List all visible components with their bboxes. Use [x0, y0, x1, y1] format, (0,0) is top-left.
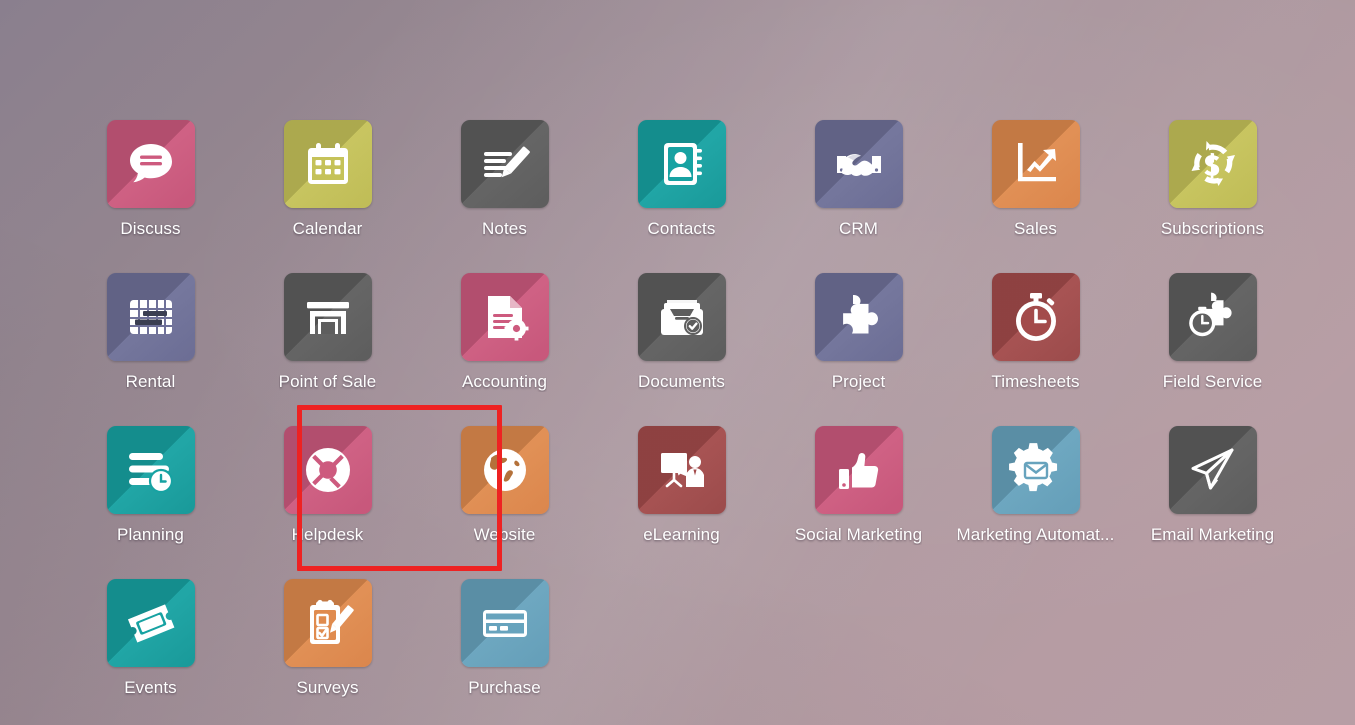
crm-handshake-icon[interactable] [814, 120, 903, 208]
app-cell-crm[interactable]: CRM [770, 120, 947, 273]
point-of-sale-icon[interactable] [283, 273, 372, 361]
app-cell-rental[interactable]: Rental [62, 273, 239, 426]
app-label: Social Marketing [794, 525, 923, 544]
rental-icon[interactable] [106, 273, 195, 361]
purchase-card-icon[interactable] [460, 579, 549, 667]
app-label: Website [473, 525, 536, 544]
app-label: Documents [638, 372, 725, 391]
app-cell-email-marketing[interactable]: Email Marketing [1124, 426, 1301, 579]
discuss-icon[interactable] [106, 120, 195, 208]
website-globe-icon[interactable] [460, 426, 549, 514]
subscriptions-icon[interactable] [1168, 120, 1257, 208]
app-launcher-grid: Discuss Calendar Notes Contacts CRM Sales Subs… [0, 0, 1355, 725]
app-label: Events [124, 678, 177, 697]
app-label: Notes [482, 219, 527, 238]
app-cell-sales[interactable]: Sales [947, 120, 1124, 273]
app-label: Accounting [461, 372, 548, 391]
app-label: Rental [125, 372, 176, 391]
notes-icon[interactable] [460, 120, 549, 208]
app-cell-contacts[interactable]: Contacts [593, 120, 770, 273]
app-label: Field Service [1162, 372, 1263, 391]
project-puzzle-icon[interactable] [814, 273, 903, 361]
email-marketing-icon[interactable] [1168, 426, 1257, 514]
app-label: Calendar [292, 219, 363, 238]
helpdesk-lifering-icon[interactable] [283, 426, 372, 514]
app-cell-calendar[interactable]: Calendar [239, 120, 416, 273]
app-cell-events[interactable]: Events [62, 579, 239, 725]
field-service-icon[interactable] [1168, 273, 1257, 361]
app-cell-notes[interactable]: Notes [416, 120, 593, 273]
app-cell-discuss[interactable]: Discuss [62, 120, 239, 273]
documents-icon[interactable] [637, 273, 726, 361]
accounting-icon[interactable] [460, 273, 549, 361]
events-ticket-icon[interactable] [106, 579, 195, 667]
calendar-icon[interactable] [283, 120, 372, 208]
app-label: Planning [117, 525, 184, 544]
app-label: CRM [838, 219, 878, 238]
app-cell-surveys[interactable]: Surveys [239, 579, 416, 725]
app-cell-elearning[interactable]: eLearning [593, 426, 770, 579]
app-label: Surveys [296, 678, 359, 697]
app-cell-social-marketing[interactable]: Social Marketing [770, 426, 947, 579]
app-cell-purchase[interactable]: Purchase [416, 579, 593, 725]
app-cell-project[interactable]: Project [770, 273, 947, 426]
app-label: Timesheets [991, 372, 1080, 391]
planning-icon[interactable] [106, 426, 195, 514]
social-marketing-icon[interactable] [814, 426, 903, 514]
app-label: Project [831, 372, 886, 391]
app-cell-subscriptions[interactable]: Subscriptions [1124, 120, 1301, 273]
app-cell-helpdesk[interactable]: Helpdesk [239, 426, 416, 579]
app-label: Purchase [468, 678, 541, 697]
surveys-icon[interactable] [283, 579, 372, 667]
app-cell-marketing-automat[interactable]: Marketing Automat... [947, 426, 1124, 579]
app-label: Marketing Automat... [956, 525, 1115, 544]
app-label: Point of Sale [278, 372, 377, 391]
timesheets-stopwatch-icon[interactable] [991, 273, 1080, 361]
app-label: Subscriptions [1160, 219, 1265, 238]
app-label: Helpdesk [291, 525, 364, 544]
app-cell-point-of-sale[interactable]: Point of Sale [239, 273, 416, 426]
app-cell-accounting[interactable]: Accounting [416, 273, 593, 426]
sales-chart-icon[interactable] [991, 120, 1080, 208]
app-cell-documents[interactable]: Documents [593, 273, 770, 426]
app-label: Contacts [647, 219, 716, 238]
contacts-icon[interactable] [637, 120, 726, 208]
app-cell-field-service[interactable]: Field Service [1124, 273, 1301, 426]
app-cell-planning[interactable]: Planning [62, 426, 239, 579]
app-label: Sales [1013, 219, 1058, 238]
app-label: eLearning [643, 525, 720, 544]
app-cell-timesheets[interactable]: Timesheets [947, 273, 1124, 426]
app-label: Email Marketing [1150, 525, 1275, 544]
app-label: Discuss [120, 219, 181, 238]
elearning-icon[interactable] [637, 426, 726, 514]
marketing-automation-icon[interactable] [991, 426, 1080, 514]
app-cell-website[interactable]: Website [416, 426, 593, 579]
